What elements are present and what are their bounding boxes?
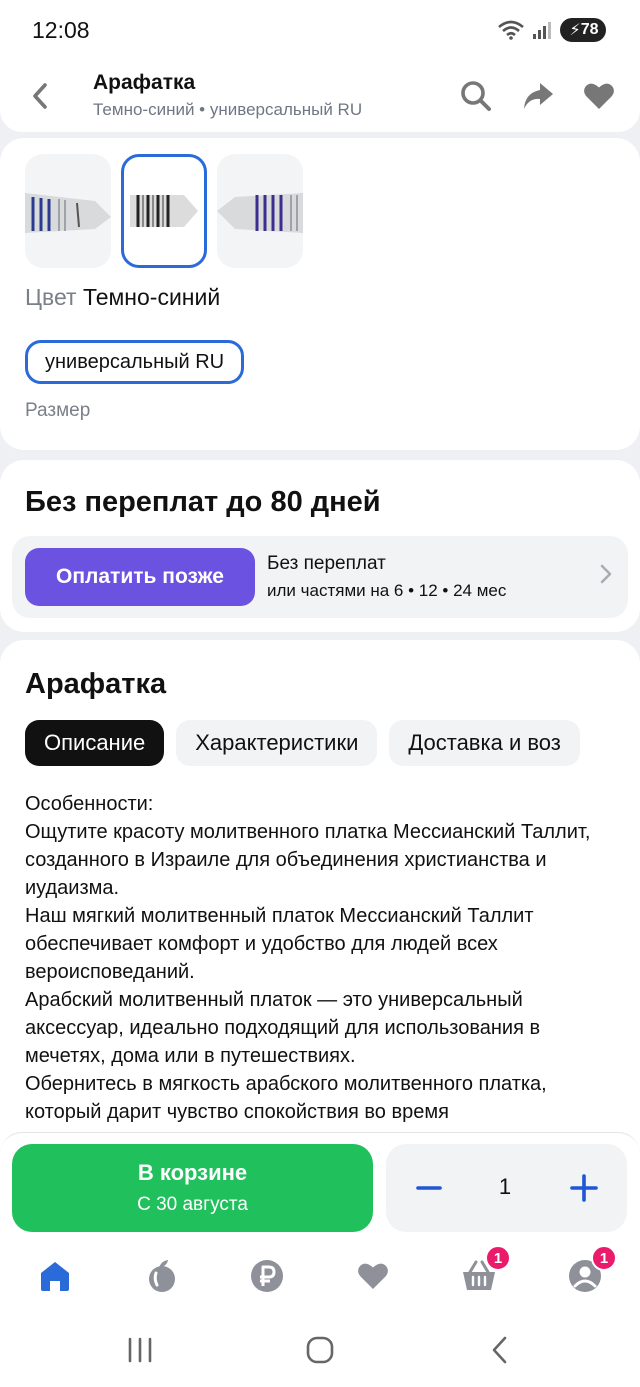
recent-apps-button[interactable] (120, 1332, 160, 1368)
tab-description[interactable]: Описание (25, 720, 165, 766)
pay-later-row[interactable]: Оплатить позже Без переплат или частями … (12, 536, 628, 618)
decrease-quantity-button[interactable] (409, 1168, 449, 1208)
description-paragraph: Ощутите красоту молитвенного платка Месс… (25, 821, 591, 899)
chevron-left-icon (33, 83, 47, 109)
installments-heading: Без переплат до 80 дней (25, 486, 381, 518)
chevron-right-icon (600, 564, 612, 584)
home-system-button[interactable] (300, 1332, 340, 1368)
pay-later-line1: Без переплат (267, 553, 386, 574)
battery-level: 78 (580, 21, 599, 38)
installments-card: Без переплат до 80 дней Оплатить позже Б… (0, 460, 640, 632)
variant-selector-card: Цвет Темно-синий универсальный RU Размер (0, 138, 640, 450)
search-button[interactable] (456, 76, 496, 116)
scarf-image (25, 193, 111, 233)
cart-badge: 1 (485, 1245, 511, 1271)
share-icon (524, 83, 553, 109)
purchase-action-bar: В корзине С 30 августа 1 (0, 1132, 640, 1244)
header-title: Арафатка (93, 71, 196, 94)
back-button[interactable] (22, 76, 58, 116)
color-label: Цвет (25, 284, 77, 310)
quantity-stepper: 1 (386, 1144, 627, 1232)
nav-home[interactable] (33, 1254, 77, 1298)
scarf-image (217, 193, 303, 233)
battery-bolt-icon: ⚡ (569, 22, 581, 39)
wifi-icon (498, 20, 524, 40)
heart-icon (358, 1263, 388, 1289)
product-description: Особенности: Ощутите красоту молитвенног… (25, 790, 625, 1126)
increase-quantity-button[interactable] (564, 1168, 604, 1208)
in-cart-button[interactable]: В корзине С 30 августа (12, 1144, 373, 1232)
home-circle-icon (306, 1336, 334, 1364)
description-paragraph: Наш мягкий молитвенный платок Мессиански… (25, 905, 534, 983)
bottom-navigation: 1 1 (0, 1244, 640, 1304)
color-thumbnail-3[interactable] (217, 154, 303, 268)
favorite-button[interactable] (579, 76, 619, 116)
home-icon (41, 1262, 69, 1291)
system-back-button[interactable] (480, 1332, 520, 1368)
quantity-value: 1 (498, 1174, 512, 1199)
battery-icon: ⚡ 78 (560, 18, 606, 42)
pay-later-line2: или частями на 6 • 12 • 24 мес (267, 581, 507, 600)
system-navigation-bar (0, 1304, 640, 1387)
search-icon (461, 81, 491, 111)
tab-delivery[interactable]: Доставка и воз (389, 720, 580, 766)
header-subtitle: Темно-синий • универсальный RU (93, 100, 363, 119)
recent-apps-icon (128, 1337, 152, 1363)
color-thumbnail-1[interactable] (25, 154, 111, 268)
size-option-chip[interactable]: универсальный RU (25, 340, 245, 384)
color-thumbnail-2-selected[interactable] (121, 154, 207, 268)
ruble-icon (251, 1260, 283, 1292)
description-paragraph: Особенности: (25, 793, 154, 815)
nav-cart[interactable]: 1 (457, 1245, 511, 1298)
nav-payments[interactable] (245, 1254, 289, 1298)
product-tabs: Описание Характеристики Доставка и воз (25, 720, 580, 766)
fruit-icon (149, 1260, 175, 1292)
signal-icon (533, 22, 551, 39)
back-arrow-icon (492, 1336, 507, 1364)
nav-profile[interactable]: 1 (563, 1245, 617, 1298)
product-info-card: Арафатка Описание Характеристики Доставк… (0, 640, 640, 1200)
heart-icon (584, 83, 614, 109)
size-label: Размер (25, 400, 91, 421)
product-title: Арафатка (25, 668, 167, 700)
delivery-date: С 30 августа (137, 1194, 248, 1215)
description-paragraph: Обернитесь в мягкость арабского молитвен… (25, 1073, 547, 1123)
color-line: Цвет Темно-синий (25, 284, 220, 311)
status-time: 12:08 (32, 17, 90, 43)
nav-favorites[interactable] (351, 1254, 395, 1298)
nav-catalog[interactable] (140, 1254, 184, 1298)
description-paragraph: Арабский молитвенный платок — это универ… (25, 989, 541, 1067)
in-cart-label: В корзине (137, 1160, 248, 1185)
product-header: Арафатка Темно-синий • универсальный RU (0, 60, 640, 132)
pay-later-button[interactable]: Оплатить позже (25, 548, 255, 606)
status-icons: ⚡ 78 (498, 18, 606, 42)
share-button[interactable] (518, 76, 558, 116)
tab-characteristics[interactable]: Характеристики (176, 720, 378, 766)
profile-badge: 1 (591, 1245, 617, 1271)
scarf-image (130, 195, 198, 227)
plus-icon (570, 1174, 598, 1202)
status-bar: 12:08 ⚡ 78 (0, 0, 640, 60)
minus-icon (416, 1186, 442, 1190)
color-value: Темно-синий (82, 284, 221, 310)
